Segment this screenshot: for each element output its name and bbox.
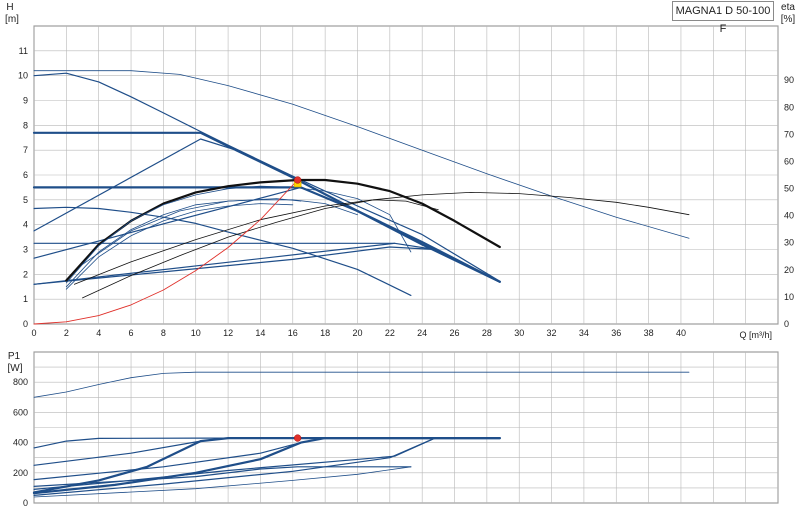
flow-x-label: Q [m³/h]: [739, 330, 772, 340]
head-y-label: H: [6, 2, 13, 13]
power-y-tick-label: 600: [13, 407, 28, 417]
power-y-tick-label: 800: [13, 377, 28, 387]
pump-curve-chart: 0 2 4 6 8 10 12 14 16 18 20 22 24 26 28 30 32 34 36 38 40 0 1 2…: [0, 0, 800, 520]
head-y-tick-label: 3: [23, 245, 28, 255]
eta-y-tick-label: 10: [784, 292, 794, 302]
head-x-tick-label: 30: [514, 328, 524, 338]
eta-y-tick-label: 80: [784, 102, 794, 112]
eta-y-tick-label: 60: [784, 156, 794, 166]
power-y-unit: [W]: [8, 363, 23, 374]
head-x-tick-label: 4: [96, 328, 101, 338]
eta-y-tick-label: 90: [784, 75, 794, 85]
eta-y-tick-label: 30: [784, 238, 794, 248]
head-y-tick-label: 0: [23, 319, 28, 329]
head-y-tick-label: 1: [23, 294, 28, 304]
head-x-tick-label: 18: [320, 328, 330, 338]
head-y-tick-label: 5: [23, 195, 28, 205]
power-duty-point: [293, 434, 302, 442]
head-y-unit: [m]: [5, 14, 19, 25]
eta-y-tick-label: 70: [784, 129, 794, 139]
head-x-tick-label: 32: [547, 328, 557, 338]
head-x-tick-label: 26: [450, 328, 460, 338]
head-chart-grid: 0 2 4 6 8 10 12 14 16 18 20 22 24 26 28 30 32 34 36 38 40012…: [18, 25, 794, 338]
eta-y-tick-label: 0: [784, 319, 789, 329]
head-y-tick-label: 6: [23, 170, 28, 180]
eta-y-label: eta: [781, 2, 795, 13]
head-x-tick-label: 38: [644, 328, 654, 338]
head-y-tick-label: 8: [23, 120, 28, 130]
head-x-tick-label: 12: [223, 328, 233, 338]
power-y-tick-label: 200: [13, 468, 28, 478]
head-y-tick-label: 4: [23, 220, 28, 230]
head-x-tick-label: 34: [579, 328, 589, 338]
head-x-tick-label: 2: [64, 328, 69, 338]
head-x-tick-label: 14: [255, 328, 265, 338]
pump-model-title: MAGNA1 D 50-100 F: [672, 1, 774, 35]
head-y-tick-label: 9: [23, 96, 28, 106]
head-x-tick-label: 40: [676, 328, 686, 338]
head-x-tick-label: 28: [482, 328, 492, 338]
power-y-label: P1: [8, 351, 21, 362]
head-x-tick-label: 10: [191, 328, 201, 338]
power-y-tick-label: 0: [23, 498, 28, 508]
head-x-tick-label: 24: [417, 328, 427, 338]
head-x-tick-label: 8: [161, 328, 166, 338]
head-x-tick-label: 36: [611, 328, 621, 338]
head-x-tick-label: 22: [385, 328, 395, 338]
head-x-tick-label: 6: [129, 328, 134, 338]
power-y-tick-label: 400: [13, 438, 28, 448]
head-duty-point: [293, 176, 302, 184]
head-y-tick-label: 7: [23, 145, 28, 155]
head-x-tick-label: 20: [352, 328, 362, 338]
eta-y-tick-label: 20: [784, 265, 794, 275]
head-x-tick-label: 16: [288, 328, 298, 338]
eta-y-tick-label: 50: [784, 184, 794, 194]
head-y-tick-label: 10: [18, 71, 28, 81]
head-y-tick-label: 2: [23, 269, 28, 279]
eta-y-tick-label: 40: [784, 211, 794, 221]
eta-y-unit: [%]: [781, 14, 796, 25]
head-y-tick-label: 11: [19, 46, 28, 56]
head-x-tick-label: 0: [31, 328, 36, 338]
power-chart-grid: 0 200 400 600 800: [13, 351, 779, 508]
chart-canvas: 0 2 4 6 8 10 12 14 16 18 20 22 24 26 28 30 32 34 36 38 40012…: [5, 2, 796, 508]
